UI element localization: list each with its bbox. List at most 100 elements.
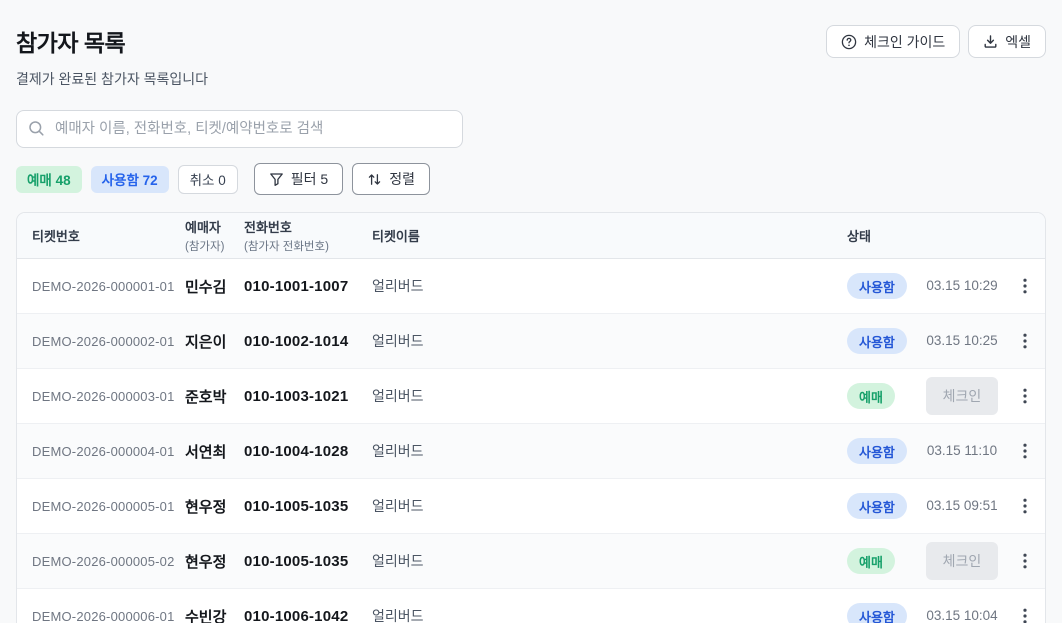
page-header: 참가자 목록 결제가 완료된 참가자 목록입니다 체크인 가이드 bbox=[16, 14, 1046, 89]
row-menu-button[interactable] bbox=[1015, 437, 1035, 465]
status-badge: 사용함 bbox=[847, 603, 907, 623]
download-icon bbox=[983, 34, 998, 49]
phone-number: 010-1004-1028 bbox=[244, 443, 372, 460]
ticket-name: 얼리버드 bbox=[372, 276, 847, 296]
kebab-cell bbox=[1002, 272, 1046, 300]
buyer-name: 민수김 bbox=[185, 276, 244, 297]
sort-button[interactable]: 정렬 bbox=[352, 163, 430, 195]
action-cell: 체크인 bbox=[922, 542, 1002, 580]
row-menu-button[interactable] bbox=[1015, 602, 1035, 623]
ticket-name: 얼리버드 bbox=[372, 606, 847, 623]
buyer-name: 준호박 bbox=[185, 386, 244, 407]
checkin-time: 03.15 10:29 bbox=[926, 278, 997, 293]
ticket-number: DEMO-2026-000003-01 bbox=[32, 389, 185, 404]
row-menu-button[interactable] bbox=[1015, 382, 1035, 410]
checkin-button[interactable]: 체크인 bbox=[926, 377, 999, 415]
table-row: DEMO-2026-000005-01 현우정 010-1005-1035 얼리… bbox=[17, 479, 1045, 534]
buyer-name: 현우정 bbox=[185, 551, 244, 572]
kebab-cell bbox=[1002, 437, 1046, 465]
buyer-name: 수빈강 bbox=[185, 606, 244, 623]
checkin-button[interactable]: 체크인 bbox=[926, 542, 999, 580]
page-subtitle: 결제가 완료된 참가자 목록입니다 bbox=[16, 69, 208, 89]
page-heading-block: 참가자 목록 결제가 완료된 참가자 목록입니다 bbox=[16, 14, 208, 89]
status-badge: 사용함 bbox=[847, 273, 907, 299]
search-icon bbox=[28, 120, 45, 142]
participant-list-page: 참가자 목록 결제가 완료된 참가자 목록입니다 체크인 가이드 bbox=[0, 0, 1062, 623]
search-input[interactable] bbox=[16, 110, 463, 148]
ticket-name: 얼리버드 bbox=[372, 331, 847, 351]
ticket-name: 얼리버드 bbox=[372, 441, 847, 461]
action-cell: 체크인 bbox=[922, 377, 1002, 415]
kebab-icon bbox=[1023, 388, 1027, 404]
action-cell: 03.15 10:25 bbox=[922, 332, 1002, 350]
table-body: DEMO-2026-000001-01 민수김 010-1001-1007 얼리… bbox=[17, 259, 1045, 623]
participants-table: 티켓번호 예매자 (참가자) 전화번호 (참가자 전화번호) 티켓이름 상태 D… bbox=[16, 212, 1046, 623]
kebab-icon bbox=[1023, 278, 1027, 294]
status-badge: 사용함 bbox=[847, 328, 907, 354]
buyer-name: 서연최 bbox=[185, 441, 244, 462]
filter-chips-row: 예매 48 사용함 72 취소 0 필터 5 정렬 bbox=[16, 163, 1046, 195]
sort-button-label: 정렬 bbox=[389, 169, 415, 189]
ticket-name: 얼리버드 bbox=[372, 551, 847, 571]
kebab-cell bbox=[1002, 492, 1046, 520]
table-row: DEMO-2026-000005-02 현우정 010-1005-1035 얼리… bbox=[17, 534, 1045, 589]
sort-arrows-icon bbox=[367, 172, 382, 187]
phone-number: 010-1001-1007 bbox=[244, 278, 372, 295]
ticket-name: 얼리버드 bbox=[372, 496, 847, 516]
table-header-row: 티켓번호 예매자 (참가자) 전화번호 (참가자 전화번호) 티켓이름 상태 bbox=[17, 213, 1045, 259]
row-menu-button[interactable] bbox=[1015, 327, 1035, 355]
status-cell: 사용함 bbox=[847, 273, 922, 299]
header-actions: 체크인 가이드 엑셀 bbox=[826, 25, 1046, 58]
checkin-time: 03.15 09:51 bbox=[926, 498, 997, 513]
phone-number: 010-1006-1042 bbox=[244, 608, 372, 623]
chip-booked-count[interactable]: 예매 48 bbox=[16, 166, 82, 193]
col-header-status: 상태 bbox=[847, 226, 922, 245]
kebab-icon bbox=[1023, 333, 1027, 349]
kebab-icon bbox=[1023, 443, 1027, 459]
phone-number: 010-1005-1035 bbox=[244, 498, 372, 515]
col-header-buyer-sub: (참가자) bbox=[185, 238, 244, 254]
kebab-icon bbox=[1023, 553, 1027, 569]
table-row: DEMO-2026-000004-01 서연최 010-1004-1028 얼리… bbox=[17, 424, 1045, 479]
col-header-buyer: 예매자 (참가자) bbox=[185, 217, 244, 254]
funnel-icon bbox=[269, 172, 284, 187]
table-row: DEMO-2026-000002-01 지은이 010-1002-1014 얼리… bbox=[17, 314, 1045, 369]
kebab-icon bbox=[1023, 498, 1027, 514]
status-badge: 사용함 bbox=[847, 438, 907, 464]
filter-button-label: 필터 5 bbox=[291, 169, 328, 189]
phone-number: 010-1005-1035 bbox=[244, 553, 372, 570]
kebab-icon bbox=[1023, 608, 1027, 623]
status-badge: 사용함 bbox=[847, 493, 907, 519]
ticket-number: DEMO-2026-000002-01 bbox=[32, 334, 185, 349]
phone-number: 010-1003-1021 bbox=[244, 388, 372, 405]
row-menu-button[interactable] bbox=[1015, 492, 1035, 520]
excel-label: 엑셀 bbox=[1005, 32, 1031, 52]
status-cell: 사용함 bbox=[847, 438, 922, 464]
action-cell: 03.15 10:04 bbox=[922, 607, 1002, 623]
excel-download-button[interactable]: 엑셀 bbox=[968, 25, 1046, 58]
buyer-name: 현우정 bbox=[185, 496, 244, 517]
table-row: DEMO-2026-000006-01 수빈강 010-1006-1042 얼리… bbox=[17, 589, 1045, 623]
status-cell: 사용함 bbox=[847, 493, 922, 519]
ticket-number: DEMO-2026-000004-01 bbox=[32, 444, 185, 459]
status-cell: 예매 bbox=[847, 383, 922, 409]
kebab-cell bbox=[1002, 547, 1046, 575]
checkin-time: 03.15 10:04 bbox=[926, 608, 997, 623]
col-header-ticket-name: 티켓이름 bbox=[372, 226, 847, 245]
status-badge: 예매 bbox=[847, 548, 895, 574]
row-menu-button[interactable] bbox=[1015, 547, 1035, 575]
checkin-guide-button[interactable]: 체크인 가이드 bbox=[826, 25, 960, 58]
checkin-time: 03.15 11:10 bbox=[927, 443, 997, 458]
status-cell: 예매 bbox=[847, 548, 922, 574]
action-cell: 03.15 09:51 bbox=[922, 497, 1002, 515]
help-circle-icon bbox=[841, 34, 857, 50]
col-header-phone: 전화번호 (참가자 전화번호) bbox=[244, 217, 372, 254]
ticket-number: DEMO-2026-000001-01 bbox=[32, 279, 185, 294]
chip-used-count[interactable]: 사용함 72 bbox=[91, 166, 169, 193]
page-title: 참가자 목록 bbox=[16, 24, 208, 58]
kebab-cell bbox=[1002, 327, 1046, 355]
row-menu-button[interactable] bbox=[1015, 272, 1035, 300]
chip-cancelled-count[interactable]: 취소 0 bbox=[178, 165, 238, 194]
filter-button[interactable]: 필터 5 bbox=[254, 163, 343, 195]
ticket-number: DEMO-2026-000005-01 bbox=[32, 499, 185, 514]
